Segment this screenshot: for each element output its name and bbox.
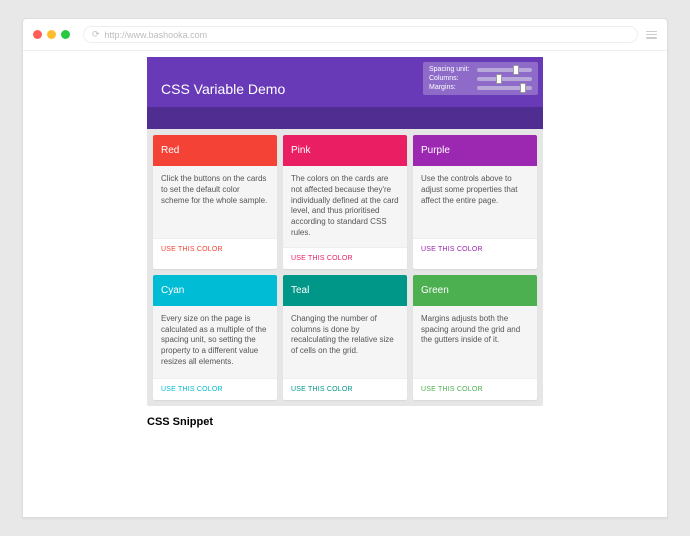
refresh-icon[interactable]: ⟳ <box>92 29 100 40</box>
demo-container: CSS Variable Demo Spacing unit: Columns: <box>147 57 543 406</box>
use-this-color-button[interactable]: USE THIS COLOR <box>413 238 537 260</box>
card-title: Green <box>413 275 537 306</box>
control-spacing-label: Spacing unit: <box>429 66 475 73</box>
use-this-color-button[interactable]: USE THIS COLOR <box>283 247 407 269</box>
slider-margins-thumb[interactable] <box>520 83 526 93</box>
card-red: RedClick the buttons on the cards to set… <box>153 135 277 269</box>
card-green: GreenMargins adjusts both the spacing ar… <box>413 275 537 400</box>
browser-chrome: ⟳ http://www.bashooka.com <box>23 19 667 51</box>
card-title: Purple <box>413 135 537 166</box>
slider-columns-thumb[interactable] <box>496 74 502 84</box>
section-heading: CSS Snippet <box>147 416 543 428</box>
use-this-color-button[interactable]: USE THIS COLOR <box>413 378 537 400</box>
control-columns-label: Columns: <box>429 75 475 82</box>
card-grid: RedClick the buttons on the cards to set… <box>147 129 543 406</box>
use-this-color-button[interactable]: USE THIS COLOR <box>283 378 407 400</box>
control-spacing: Spacing unit: <box>429 66 532 73</box>
card-purple: PurpleUse the controls above to adjust s… <box>413 135 537 269</box>
control-columns: Columns: <box>429 75 532 82</box>
menu-icon[interactable] <box>646 31 657 39</box>
url-text: http://www.bashooka.com <box>105 30 208 40</box>
control-margins-label: Margins: <box>429 84 475 91</box>
slider-margins[interactable] <box>477 86 532 90</box>
controls-panel: Spacing unit: Columns: Margins: <box>423 62 538 95</box>
page-content: CSS Variable Demo Spacing unit: Columns: <box>23 51 667 517</box>
window-close-dot[interactable] <box>33 30 42 39</box>
card-body: Click the buttons on the cards to set th… <box>153 166 277 238</box>
card-title: Teal <box>283 275 407 306</box>
card-body: The colors on the cards are not affected… <box>283 166 407 247</box>
window-max-dot[interactable] <box>61 30 70 39</box>
use-this-color-button[interactable]: USE THIS COLOR <box>153 238 277 260</box>
demo-header: CSS Variable Demo Spacing unit: Columns: <box>147 57 543 107</box>
window-min-dot[interactable] <box>47 30 56 39</box>
card-title: Cyan <box>153 275 277 306</box>
slider-spacing[interactable] <box>477 68 532 72</box>
card-teal: TealChanging the number of columns is do… <box>283 275 407 400</box>
demo-accent-band <box>147 107 543 129</box>
browser-window: ⟳ http://www.bashooka.com CSS Variable D… <box>22 18 668 518</box>
control-margins: Margins: <box>429 84 532 91</box>
card-body: Changing the number of columns is done b… <box>283 306 407 378</box>
card-title: Pink <box>283 135 407 166</box>
card-body: Use the controls above to adjust some pr… <box>413 166 537 238</box>
use-this-color-button[interactable]: USE THIS COLOR <box>153 378 277 400</box>
slider-columns[interactable] <box>477 77 532 81</box>
slider-spacing-thumb[interactable] <box>513 65 519 75</box>
card-body: Every size on the page is calculated as … <box>153 306 277 378</box>
card-body: Margins adjusts both the spacing around … <box>413 306 537 378</box>
card-pink: PinkThe colors on the cards are not affe… <box>283 135 407 269</box>
card-title: Red <box>153 135 277 166</box>
card-cyan: CyanEvery size on the page is calculated… <box>153 275 277 400</box>
url-bar[interactable]: ⟳ http://www.bashooka.com <box>83 26 638 43</box>
